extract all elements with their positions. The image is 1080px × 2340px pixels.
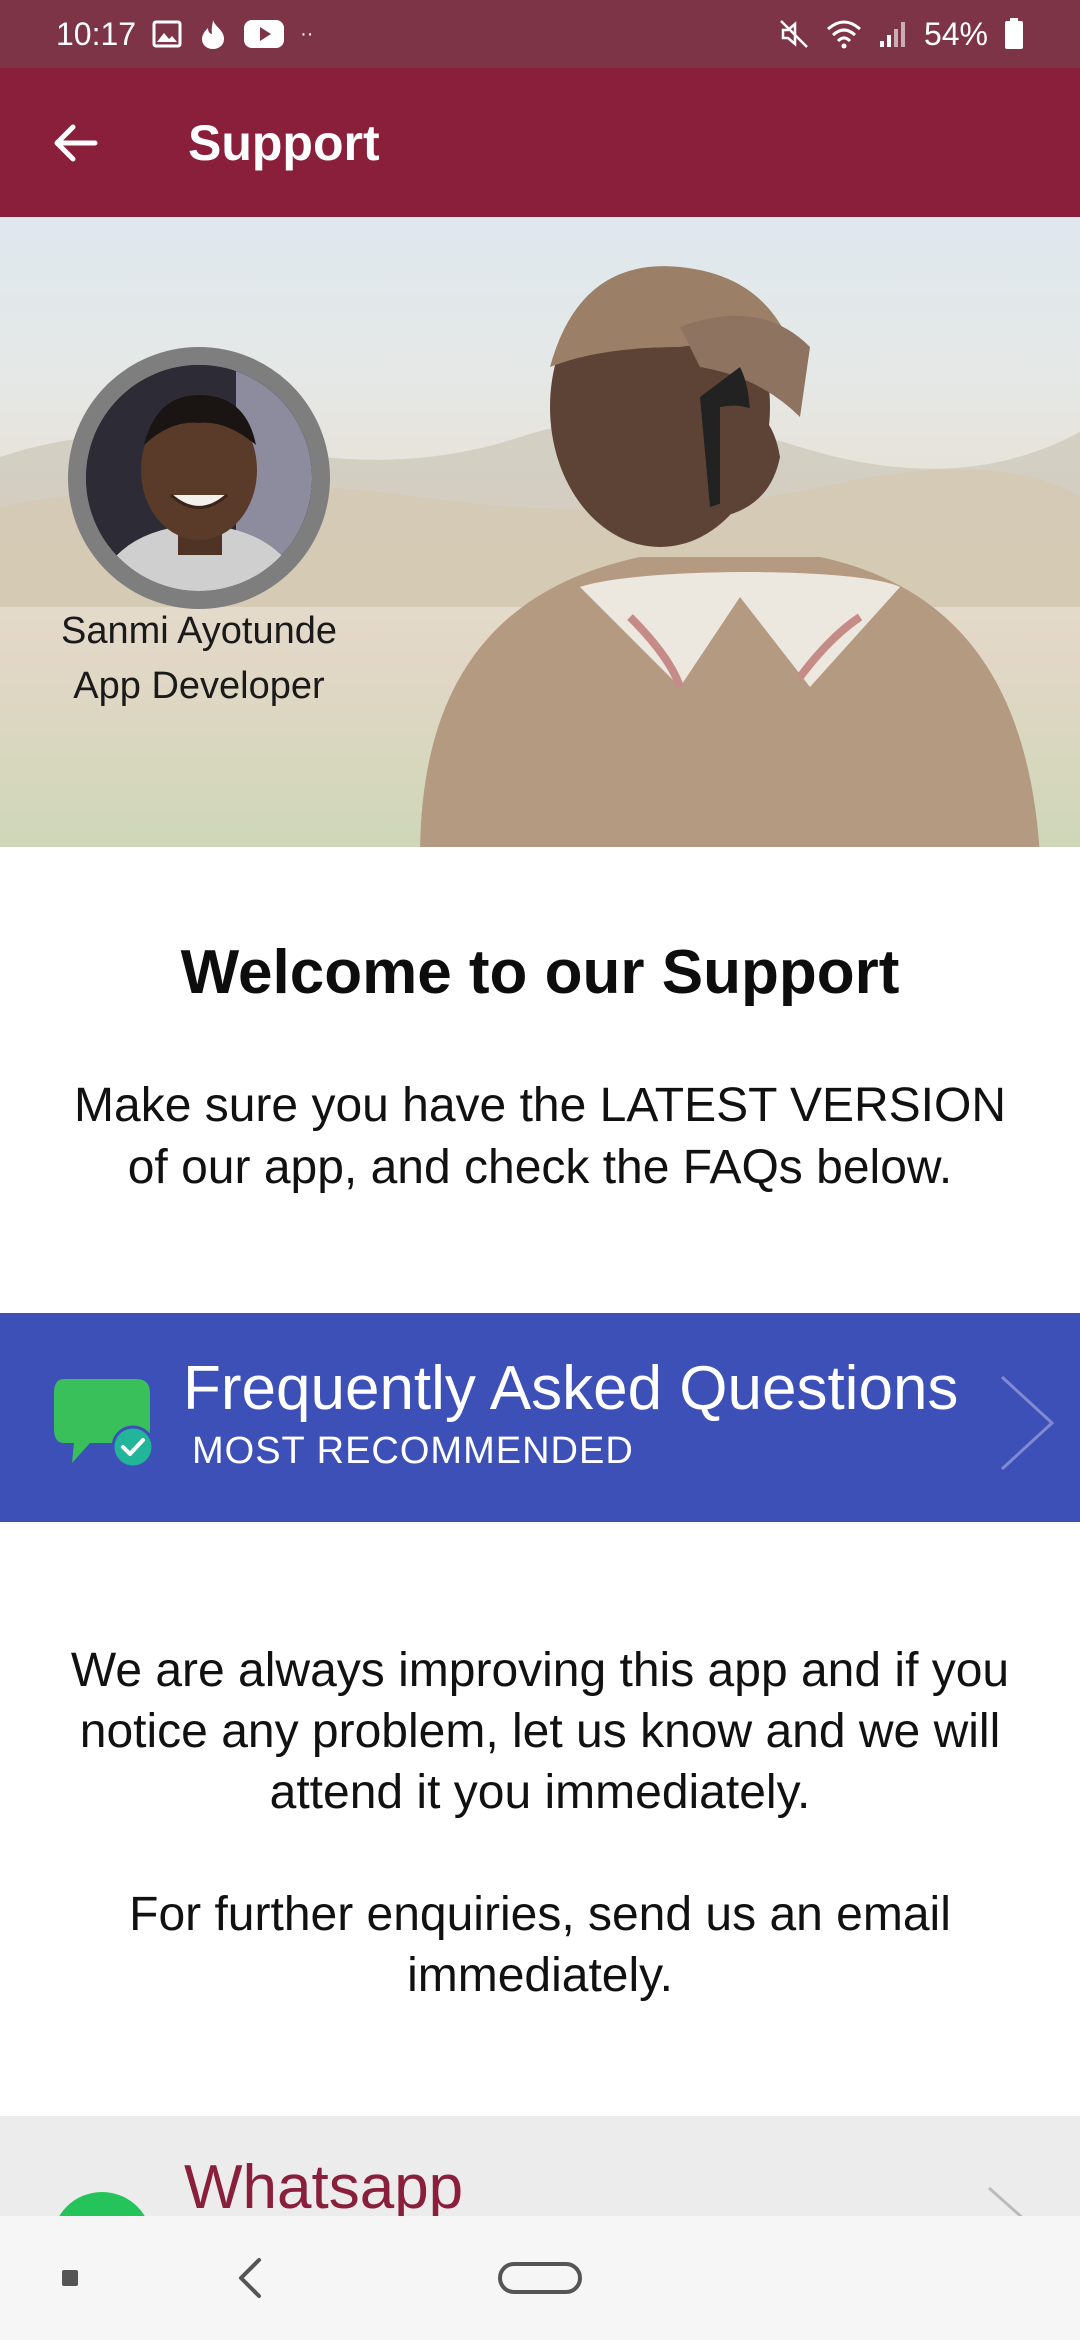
whatsapp-title: Whatsapp [184, 2153, 464, 2216]
developer-role: App Developer [73, 665, 325, 707]
battery-percentage: 54% [923, 15, 988, 52]
status-time: 10:17 [56, 15, 137, 52]
whatsapp-icon [52, 2192, 152, 2216]
nav-back-button[interactable] [220, 2248, 280, 2308]
battery-icon [1004, 18, 1024, 50]
enquiry-line-2: immediately. [407, 1949, 673, 2002]
faq-title: Frequently Asked Questions [183, 1354, 959, 1423]
youtube-icon [244, 19, 285, 49]
wifi-icon [826, 19, 862, 49]
enquiry-notice: For further enquiries, send us an email … [60, 1884, 1020, 2006]
home-button[interactable] [490, 2248, 590, 2308]
welcome-line-1: Make sure you have the LATEST VERSION [74, 1079, 1006, 1132]
more-notifications-indicator: ·· [300, 22, 314, 45]
faq-button[interactable]: Frequently Asked Questions MOST RECOMMEN… [0, 1313, 1080, 1522]
developer-avatar-ring [68, 347, 330, 609]
welcome-title: Welcome to our Support [180, 938, 900, 1007]
chat-bubble-check-icon [54, 1379, 155, 1469]
improvement-notice: We are always improving this app and if … [20, 1640, 1060, 1823]
app-bar: Support [0, 68, 1080, 217]
welcome-text: Make sure you have the LATEST VERSION of… [40, 1075, 1040, 1199]
woman-on-phone-image [420, 266, 1040, 847]
page-title: Support [188, 114, 380, 171]
developer-name: Sanmi Ayotunde [60, 610, 338, 652]
chevron-right-icon [1000, 1375, 1055, 1471]
system-nav-bar [0, 2216, 1080, 2340]
hero-banner: Sanmi Ayotunde App Developer [0, 217, 1080, 847]
developer-avatar [86, 365, 312, 591]
home-pill-icon [498, 2262, 582, 2294]
improvement-line-1: We are always improving this app and if … [70, 1644, 1010, 1697]
gallery-icon [152, 20, 182, 48]
whatsapp-button[interactable]: Whatsapp [0, 2116, 1080, 2216]
welcome-line-2: of our app, and check the FAQs below. [127, 1141, 953, 1194]
tinder-flame-icon [198, 18, 228, 50]
mute-icon [778, 18, 810, 50]
nav-back-icon [239, 2258, 261, 2298]
recent-apps-button[interactable] [40, 2248, 100, 2308]
improvement-line-2: notice any problem, let us know and we w… [79, 1705, 1001, 1758]
recent-apps-icon [62, 2270, 78, 2286]
status-bar: 10:17 ·· 54% [0, 0, 1080, 68]
enquiry-line-1: For further enquiries, send us an email [129, 1888, 951, 1941]
signal-icon [878, 19, 908, 49]
arrow-back-icon [54, 124, 98, 161]
chevron-right-icon [988, 2186, 1023, 2216]
improvement-line-3: attend it you immediately. [269, 1766, 811, 1819]
back-button[interactable] [0, 68, 150, 217]
faq-subtitle: MOST RECOMMENDED [192, 1430, 634, 1472]
